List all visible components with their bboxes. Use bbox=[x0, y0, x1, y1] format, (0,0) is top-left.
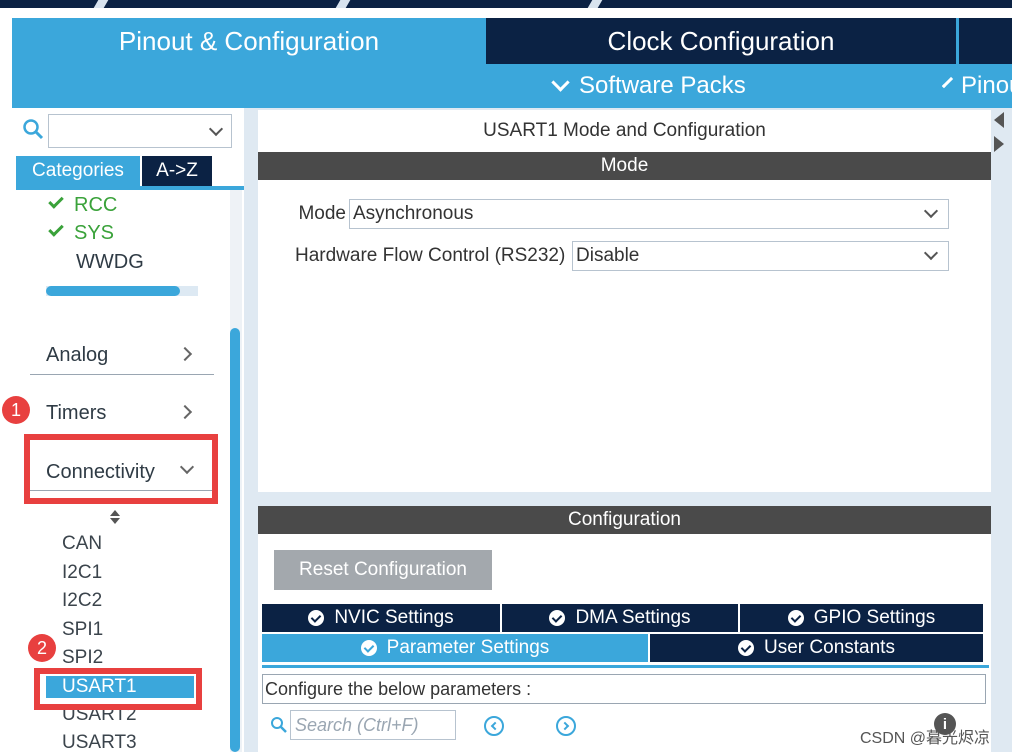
peripheral-spi1[interactable]: SPI1 bbox=[62, 619, 103, 641]
expand-right-icon[interactable] bbox=[994, 136, 1004, 152]
highlight-usart1 bbox=[34, 668, 202, 710]
mode-header: Mode bbox=[258, 152, 991, 180]
step-marker-1: 1 bbox=[2, 396, 30, 424]
stm32cubemx-window: Pinout & Configuration Clock Configurati… bbox=[0, 0, 1012, 752]
peripheral-i2c2[interactable]: I2C2 bbox=[62, 590, 102, 612]
tab-label: Parameter Settings bbox=[386, 637, 550, 658]
tab-nvic-settings[interactable]: NVIC Settings bbox=[262, 604, 502, 632]
tab-user-constants[interactable]: User Constants bbox=[650, 634, 983, 662]
tab-gpio-settings[interactable]: GPIO Settings bbox=[740, 604, 983, 632]
peripheral-can[interactable]: CAN bbox=[62, 533, 102, 555]
tab-clock-configuration[interactable]: Clock Configuration bbox=[486, 18, 956, 64]
tree-item-sys[interactable]: SYS bbox=[46, 221, 115, 245]
software-packs-menu[interactable]: Software Packs bbox=[550, 64, 746, 108]
scrollbar-fill bbox=[46, 286, 180, 296]
scrollbar-thumb[interactable] bbox=[230, 328, 240, 752]
horizontal-scrollbar[interactable] bbox=[46, 286, 198, 296]
mode-panel: USART1 Mode and Configuration Mode Mode … bbox=[258, 110, 991, 492]
check-icon bbox=[48, 193, 64, 209]
panel-splitter[interactable] bbox=[244, 108, 258, 752]
category-sort-tabs: Categories A->Z bbox=[16, 156, 244, 190]
peripheral-i2c1[interactable]: I2C1 bbox=[62, 562, 102, 584]
tab-parameter-settings[interactable]: Parameter Settings bbox=[262, 634, 650, 662]
chevron-down-icon bbox=[208, 121, 224, 137]
tab-label: DMA Settings bbox=[575, 607, 691, 628]
tab-dma-settings[interactable]: DMA Settings bbox=[502, 604, 740, 632]
watermark: CSDN @暮光烬凉 bbox=[860, 730, 991, 747]
tab-label: NVIC Settings bbox=[334, 607, 454, 628]
category-tab-underline bbox=[16, 186, 244, 190]
next-icon[interactable] bbox=[556, 716, 576, 736]
collapse-left-icon[interactable] bbox=[994, 112, 1004, 128]
search-icon bbox=[271, 717, 287, 733]
strip-notch bbox=[335, 0, 351, 8]
tab-divider bbox=[956, 18, 959, 64]
check-circle-icon bbox=[787, 610, 804, 626]
tab-label: GPIO Settings bbox=[813, 607, 936, 628]
check-icon bbox=[48, 221, 64, 237]
sort-icon[interactable] bbox=[110, 510, 120, 526]
tab-a-to-z[interactable]: A->Z bbox=[142, 156, 212, 186]
tab-pinout-configuration[interactable]: Pinout & Configuration bbox=[12, 18, 486, 64]
chevron-right-icon bbox=[177, 404, 193, 420]
search-icon[interactable] bbox=[22, 118, 44, 140]
highlight-connectivity bbox=[24, 434, 218, 504]
tab-label: User Constants bbox=[764, 637, 895, 658]
peripheral-spi2[interactable]: SPI2 bbox=[62, 647, 103, 669]
software-packs-label: Software Packs bbox=[579, 72, 746, 99]
chevron-down-icon bbox=[942, 76, 954, 88]
check-circle-icon bbox=[308, 610, 325, 626]
mode-select-value: Asynchronous bbox=[353, 203, 474, 224]
divider bbox=[30, 374, 214, 375]
reset-configuration-button[interactable]: Reset Configuration bbox=[274, 550, 492, 590]
step-marker-2: 2 bbox=[28, 634, 56, 662]
hw-flow-control-label: Hardware Flow Control (RS232) bbox=[295, 245, 566, 266]
mode-select[interactable]: Asynchronous bbox=[349, 199, 949, 229]
category-analog[interactable]: Analog bbox=[46, 344, 108, 367]
pinout-label: Pinout bbox=[961, 72, 1012, 99]
peripheral-usart3[interactable]: USART3 bbox=[62, 732, 137, 752]
strip-notch bbox=[93, 0, 109, 8]
tree-item-label: SYS bbox=[74, 222, 115, 244]
parameter-search-input[interactable]: Search (Ctrl+F) bbox=[290, 710, 456, 740]
category-timers[interactable]: Timers bbox=[46, 402, 106, 425]
sub-toolbar: Software Packs Pinout bbox=[12, 64, 1012, 108]
chevron-down-icon bbox=[923, 203, 939, 219]
configuration-panel: Configuration Reset Configuration NVIC S… bbox=[258, 506, 991, 752]
mode-panel-title: USART1 Mode and Configuration bbox=[483, 120, 766, 141]
parameters-hint: Configure the below parameters : bbox=[262, 674, 986, 704]
top-strip bbox=[0, 0, 1012, 8]
tree-item-rcc[interactable]: RCC bbox=[46, 193, 118, 217]
chevron-down-icon bbox=[923, 245, 939, 261]
strip-notch bbox=[587, 0, 603, 8]
previous-icon[interactable] bbox=[484, 716, 504, 736]
check-circle-icon bbox=[549, 610, 566, 626]
check-circle-icon bbox=[360, 640, 377, 656]
tree-item-label: RCC bbox=[74, 194, 118, 216]
hw-flow-control-value: Disable bbox=[576, 245, 640, 266]
tab-underline bbox=[262, 665, 989, 668]
pinout-menu[interactable]: Pinout bbox=[942, 64, 1012, 108]
chevron-right-icon bbox=[177, 346, 193, 362]
check-circle-icon bbox=[738, 640, 755, 656]
tree-item-wwdg[interactable]: WWDG bbox=[76, 251, 144, 274]
main-tab-bar: Pinout & Configuration Clock Configurati… bbox=[12, 18, 1012, 64]
tab-categories[interactable]: Categories bbox=[16, 156, 140, 186]
category-search-input[interactable] bbox=[48, 114, 232, 148]
mode-label: Mode bbox=[300, 203, 346, 224]
configuration-header: Configuration bbox=[258, 506, 991, 534]
chevron-down-icon bbox=[551, 72, 570, 92]
hw-flow-control-select[interactable]: Disable bbox=[572, 241, 949, 271]
